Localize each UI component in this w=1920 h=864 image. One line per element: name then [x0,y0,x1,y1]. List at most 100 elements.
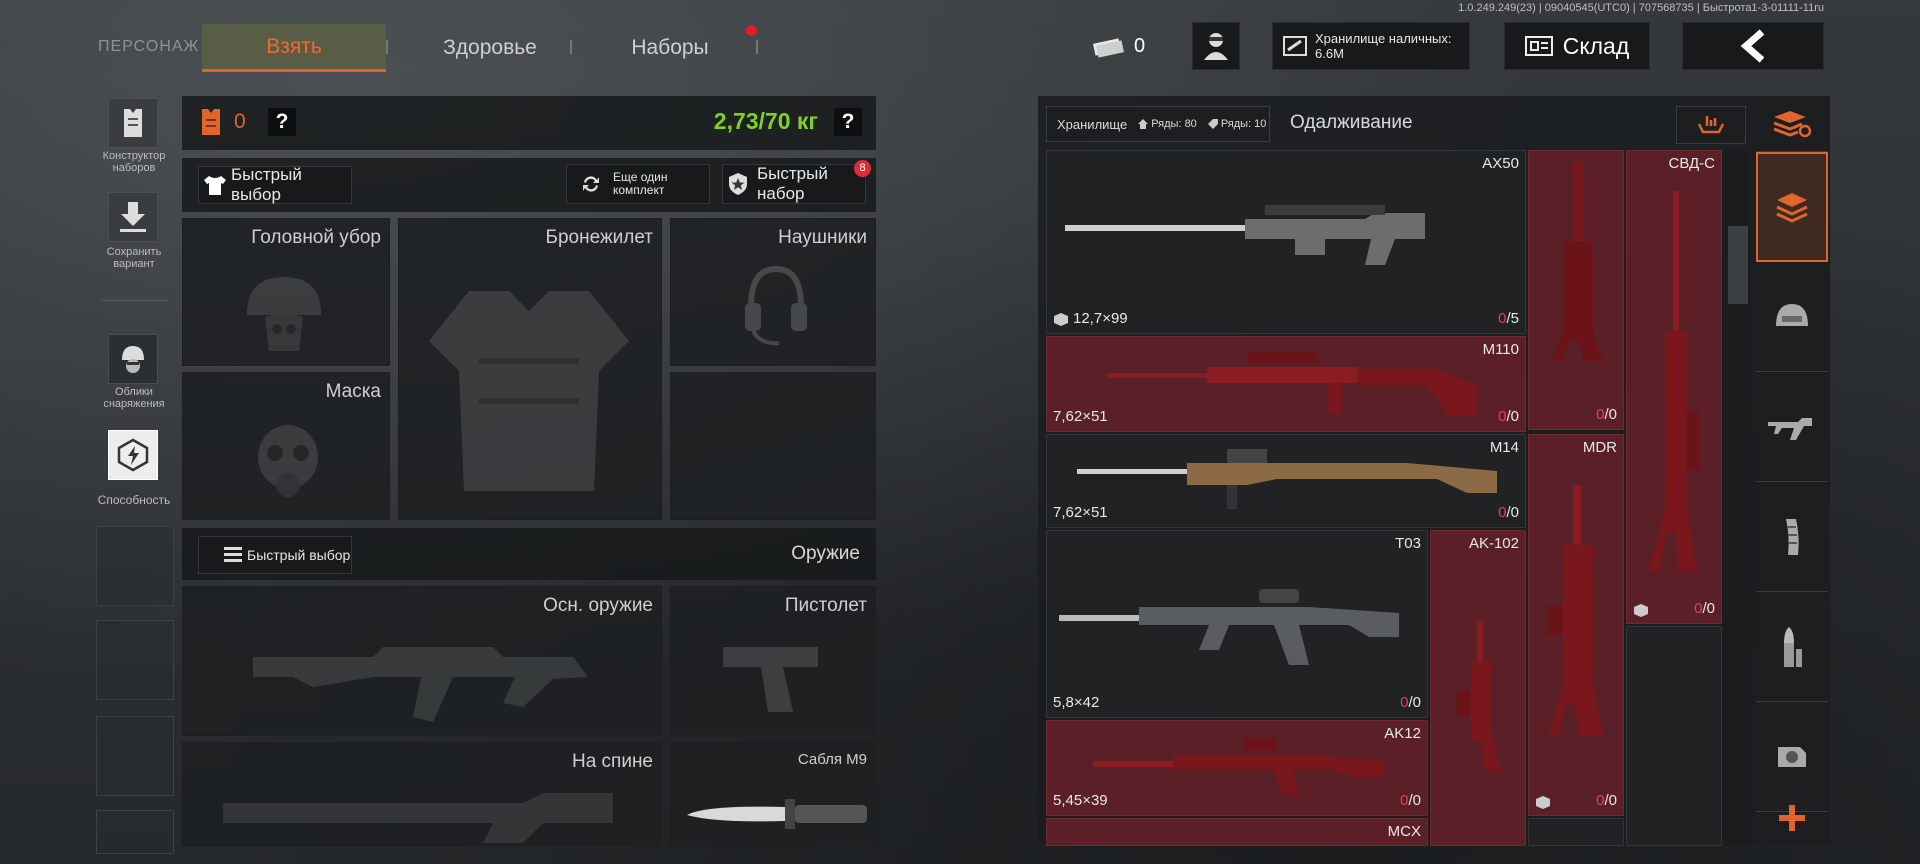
back-button[interactable] [1682,22,1824,70]
category-stack-button[interactable] [1756,152,1828,262]
knife-icon [685,795,871,831]
borrow-tab[interactable]: Одалживание [1290,112,1413,134]
warehouse-button[interactable]: Склад [1504,22,1650,70]
trader-button[interactable] [1192,22,1240,70]
weapon-name: MCX [1387,823,1421,840]
sort-button[interactable] [1676,106,1746,144]
house-icon [1137,118,1149,130]
empty-cell [1626,626,1722,846]
weapon-count: 0/0 [1596,406,1617,423]
weapon-card-mdr[interactable]: MDR 0/0 [1528,434,1624,816]
storage-scrollbar[interactable] [1724,150,1750,846]
melee-label: Сабля М9 [797,751,867,768]
gas-mask-icon [253,421,323,505]
bullpup-vertical-icon [1539,485,1615,745]
kit-builder-button[interactable] [108,98,158,148]
weapons-label: Оружие [791,543,860,564]
scope-sight-icon [1774,741,1810,773]
weapon-card-mcx[interactable]: MCX [1046,818,1428,846]
category-helmets-button[interactable] [1756,262,1828,372]
tag-icon [1207,118,1219,130]
quick-select-button[interactable]: Быстрый выбор [198,165,352,204]
dmr-rifle-icon [1107,345,1487,425]
empty-slot[interactable] [96,810,174,854]
notification-dot [746,25,757,36]
divider [386,40,388,54]
another-kit-label: Еще один комплект [613,170,668,197]
armor-label: Бронежилет [545,227,654,248]
loadout-status-bar: 0 ? 2,73/70 кг ? [182,96,876,150]
cash-storage-button[interactable]: Хранилище наличных: 6.6M [1272,22,1470,70]
headgear-slot[interactable]: Головной убор [182,218,390,366]
tab-kits[interactable]: Наборы [580,24,760,72]
tab-take[interactable]: Взять [202,24,386,72]
weapon-name: MDR [1582,439,1617,456]
kit-builder-label: Конструктор наборов [102,150,166,174]
empty-slot[interactable] [96,526,174,606]
weapon-card-t03[interactable]: T03 5,8×42 0/0 [1046,530,1428,718]
gear-skins-label: Облики снаряжения [103,386,165,410]
assault-rifle-icon [1093,731,1393,801]
category-all-button[interactable] [1756,96,1828,152]
empty-gear-slot[interactable] [670,372,876,520]
layers-refresh-icon [1772,109,1812,139]
weapon-caliber: 5,45×39 [1053,792,1108,809]
empty-slot[interactable] [96,716,174,796]
weapon-card-m110[interactable]: M110 7,62×51 0/0 [1046,336,1526,432]
warehouse-icon [1524,35,1553,57]
weapon-card-svd[interactable]: СВД-С 0/0 [1626,150,1722,624]
armor-slot[interactable]: Бронежилет [398,218,662,520]
weapon-card-locked[interactable]: 0/0 [1528,150,1624,430]
weapon-count: 0/0 [1498,408,1519,425]
shield-star-icon [727,172,749,196]
rifle-vertical-icon [1543,161,1613,361]
tshirt-icon [203,174,227,196]
weapon-caliber: 7,62×51 [1053,408,1108,425]
quick-kit-button[interactable]: Быстрый набор [722,164,866,204]
back-slot[interactable]: На спине [182,742,662,846]
another-kit-button[interactable]: Еще один комплект [566,164,710,204]
vest-builder-icon [118,105,148,141]
weapon-caliber [1633,603,1649,617]
weapon-count-total: /0 [1506,504,1519,521]
weapons-quick-select-button[interactable]: Быстрый выбор [198,536,352,574]
storage-tab[interactable]: Хранилище Ряды: 80 Ряды: 10 [1046,106,1270,142]
weapon-card-ak12[interactable]: AK12 5,45×39 0/0 [1046,720,1428,816]
mask-slot[interactable]: Маска [182,372,390,520]
rifle-icon [1768,412,1816,442]
ability-button[interactable] [108,430,158,480]
weapon-card-m14[interactable]: M14 7,62×51 0/0 [1046,434,1526,528]
quick-select-label: Быстрый выбор [231,165,302,204]
weapon-count-total: /0 [1604,792,1617,809]
category-add-button[interactable] [1756,792,1828,844]
storage-rows-a: Ряды: 80 [1151,118,1197,130]
tab-kits-label: Наборы [631,36,709,59]
ability-label: Способность [97,493,171,507]
weapon-card-ak102[interactable]: AK-102 [1430,530,1526,846]
weight-help-button[interactable]: ? [834,108,862,136]
weapon-count-total: /0 [1408,792,1421,809]
weapons-quick-select-label: Быстрый выбор [247,547,351,563]
headset-slot[interactable]: Наушники [670,218,876,366]
gear-skins-button[interactable] [108,334,158,384]
empty-slot[interactable] [96,620,174,700]
helmet-icon [239,271,329,357]
category-ammo-button[interactable] [1756,592,1828,702]
weapon-count-total: /5 [1506,310,1519,327]
scrollbar-thumb[interactable] [1728,226,1748,304]
headgear-label: Головной убор [251,227,381,248]
save-variant-button[interactable] [108,192,158,242]
weapon-card-ax50[interactable]: AX50 12,7×99 0/5 [1046,150,1526,334]
weapon-count-total: /0 [1702,600,1715,617]
weapon-count: 0/0 [1596,792,1617,809]
category-magazines-button[interactable] [1756,482,1828,592]
weapon-count: 0/0 [1694,600,1715,617]
melee-slot[interactable]: Сабля М9 [670,742,876,846]
cash-icon [1092,33,1124,59]
armor-help-button[interactable]: ? [268,108,296,136]
tab-health[interactable]: Здоровье [400,24,580,72]
category-rifles-button[interactable] [1756,372,1828,482]
primary-weapon-slot[interactable]: Осн. оружие [182,586,662,736]
vest-icon [419,281,639,501]
pistol-slot[interactable]: Пистолет [670,586,876,736]
